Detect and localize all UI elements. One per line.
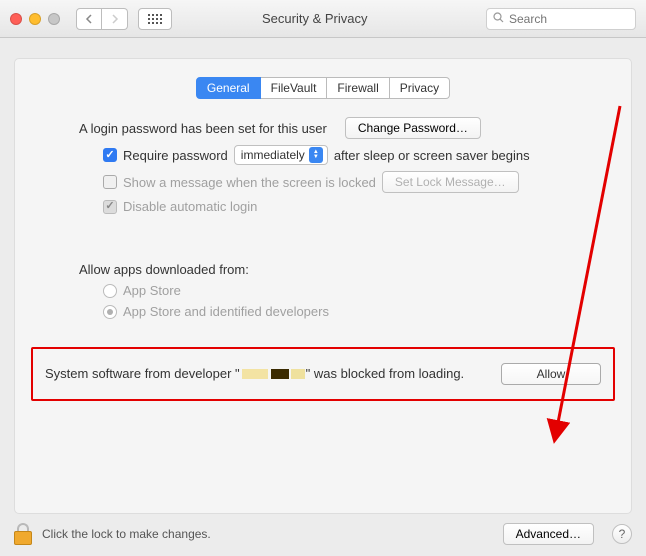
tab-privacy[interactable]: Privacy xyxy=(390,77,450,99)
allow-appstore-radio xyxy=(103,284,117,298)
footer: Click the lock to make changes. Advanced… xyxy=(0,514,646,554)
forward-button[interactable] xyxy=(102,8,128,30)
allow-button[interactable]: Allow xyxy=(501,363,601,385)
help-button[interactable]: ? xyxy=(612,524,632,544)
blocked-suffix: " was blocked from loading. xyxy=(306,366,465,381)
allow-identified-radio xyxy=(103,305,117,319)
window-title: Security & Privacy xyxy=(262,11,367,26)
redacted-name xyxy=(271,369,289,379)
lock-hint: Click the lock to make changes. xyxy=(42,527,211,541)
show-all-button[interactable] xyxy=(138,8,172,30)
blocked-prefix: System software from developer " xyxy=(45,366,240,381)
nav-buttons xyxy=(76,8,128,30)
lock-icon[interactable] xyxy=(14,523,32,545)
window-controls xyxy=(10,13,60,25)
search-input[interactable] xyxy=(509,12,646,26)
titlebar: Security & Privacy xyxy=(0,0,646,38)
tab-general[interactable]: General xyxy=(196,77,261,99)
tab-bar: General FileVault Firewall Privacy xyxy=(31,77,615,99)
disable-auto-login-checkbox xyxy=(103,200,117,214)
advanced-button[interactable]: Advanced… xyxy=(503,523,594,545)
require-password-after: after sleep or screen saver begins xyxy=(334,148,530,163)
minimize-icon[interactable] xyxy=(29,13,41,25)
login-password-text: A login password has been set for this u… xyxy=(79,121,327,136)
set-lock-message-button: Set Lock Message… xyxy=(382,171,519,193)
search-field[interactable] xyxy=(486,8,636,30)
back-button[interactable] xyxy=(76,8,102,30)
allow-apps-label: Allow apps downloaded from: xyxy=(79,262,615,277)
redacted-name xyxy=(291,369,305,379)
show-message-row: Show a message when the screen is locked… xyxy=(103,171,615,193)
require-password-checkbox[interactable] xyxy=(103,148,117,162)
close-icon[interactable] xyxy=(10,13,22,25)
allow-appstore-label: App Store xyxy=(123,283,181,298)
disable-auto-login-label: Disable automatic login xyxy=(123,199,257,214)
blocked-software-notice: System software from developer " " was bl… xyxy=(31,347,615,401)
zoom-icon xyxy=(48,13,60,25)
require-password-delay-select[interactable]: immediately ▲▼ xyxy=(234,145,328,165)
disable-auto-login-row: Disable automatic login xyxy=(103,199,615,214)
change-password-button[interactable]: Change Password… xyxy=(345,117,481,139)
chevron-updown-icon: ▲▼ xyxy=(309,147,323,163)
allow-identified-label: App Store and identified developers xyxy=(123,304,329,319)
redacted-name xyxy=(242,369,268,379)
allow-appstore-row: App Store xyxy=(103,283,615,298)
allow-identified-row: App Store and identified developers xyxy=(103,304,615,319)
tab-firewall[interactable]: Firewall xyxy=(327,77,389,99)
blocked-software-text: System software from developer " " was bl… xyxy=(45,365,464,383)
login-password-row: A login password has been set for this u… xyxy=(79,117,615,139)
require-password-row: Require password immediately ▲▼ after sl… xyxy=(103,145,615,165)
show-message-label: Show a message when the screen is locked xyxy=(123,175,376,190)
require-password-label: Require password xyxy=(123,148,228,163)
require-password-delay-value: immediately xyxy=(241,148,305,162)
tab-filevault[interactable]: FileVault xyxy=(261,77,328,99)
search-icon xyxy=(493,11,504,26)
show-message-checkbox xyxy=(103,175,117,189)
main-panel: General FileVault Firewall Privacy A log… xyxy=(14,58,632,514)
